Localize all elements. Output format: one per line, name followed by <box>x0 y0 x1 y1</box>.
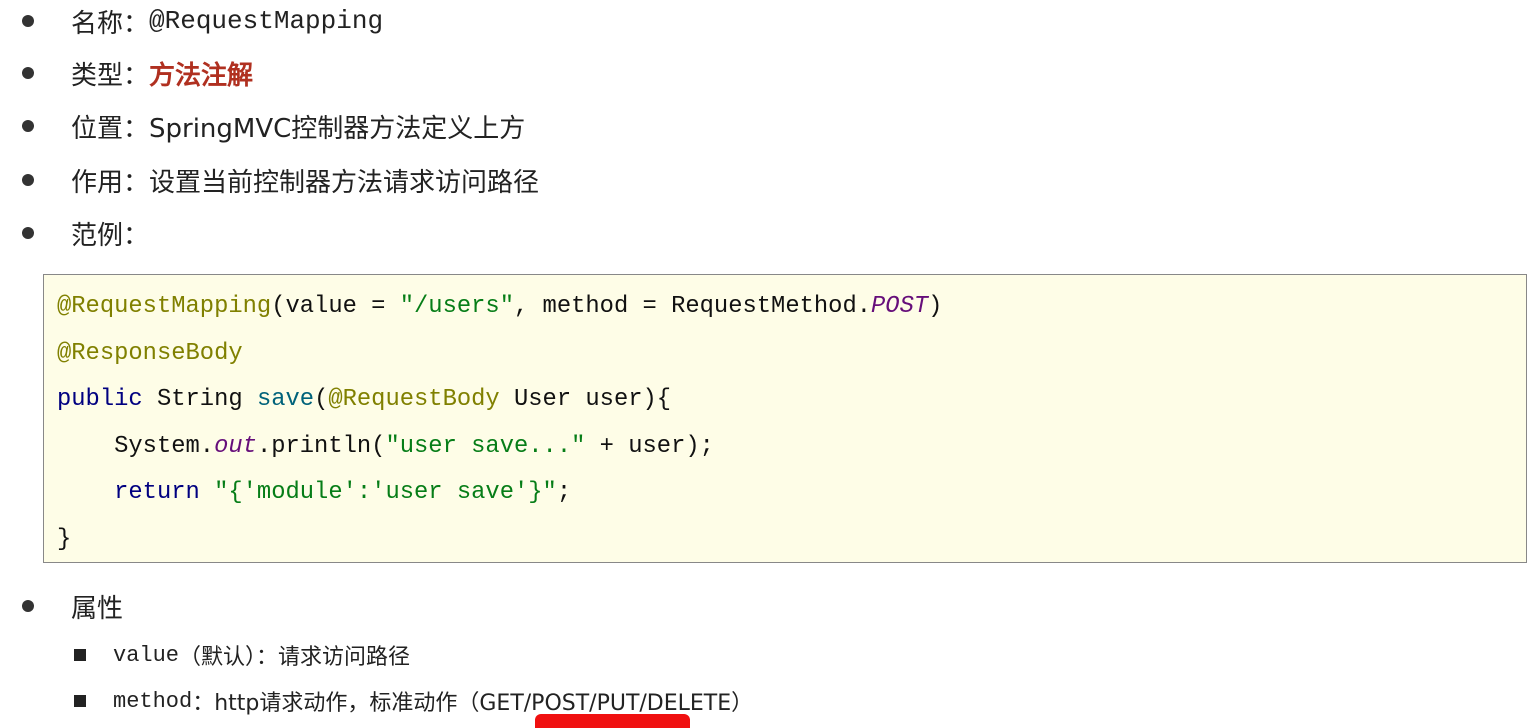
square-bullet-icon <box>74 649 86 661</box>
bullet-icon <box>22 600 34 612</box>
attribute-method: method ：http请求动作，标准动作（GET/POST/PUT/DELETE… <box>74 684 753 718</box>
item-name: 名称： @RequestMapping <box>22 1 383 41</box>
bullet-icon <box>22 227 34 239</box>
item-purpose: 作用： 设置当前控制器方法请求访问路径 <box>22 160 539 200</box>
code-line: @RequestMapping(value = "/users", method… <box>57 293 943 320</box>
item-example: 范例： <box>22 213 149 253</box>
code-line: } <box>57 526 72 553</box>
bullet-icon <box>22 174 34 186</box>
item-attributes: 属性 <box>22 586 123 626</box>
code-line: System.out.println("user save..." + user… <box>57 433 714 460</box>
code-line: @ResponseBody <box>57 340 243 367</box>
item-type: 类型： 方法注解 <box>22 53 253 93</box>
bullet-icon <box>22 15 34 27</box>
square-bullet-icon <box>74 695 86 707</box>
bullet-icon <box>22 67 34 79</box>
item-position: 位置： SpringMVC控制器方法定义上方 <box>22 106 525 146</box>
bullet-icon <box>22 120 34 132</box>
code-line: return "{'module':'user save'}"; <box>57 479 572 506</box>
code-line: public String save(@RequestBody User use… <box>57 386 672 413</box>
code-example: @RequestMapping(value = "/users", method… <box>43 274 1527 563</box>
attribute-value: value （默认）：请求访问路径 <box>74 638 410 672</box>
